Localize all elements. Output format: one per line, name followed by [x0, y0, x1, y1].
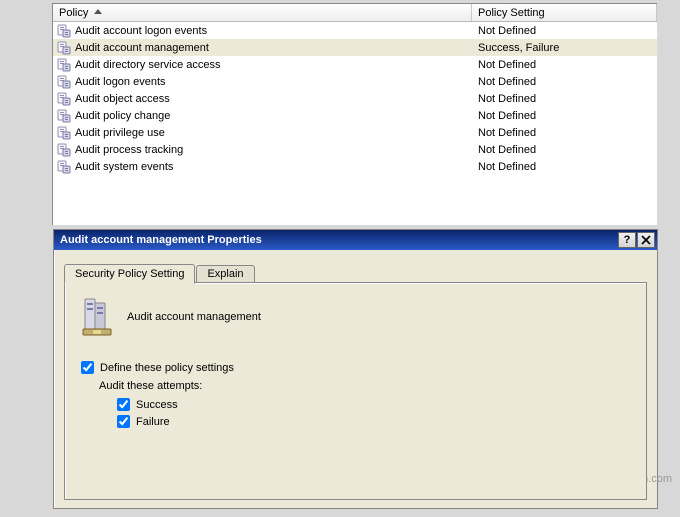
policy-list-body: Audit account logon eventsNot DefinedAud…: [53, 22, 657, 175]
policy-row-name: Audit system events: [75, 161, 173, 173]
failure-checkbox-row[interactable]: Failure: [117, 415, 630, 428]
policy-row[interactable]: Audit account management Success, Failure: [53, 39, 657, 56]
policy-list-header: Policy Policy Setting: [53, 4, 657, 22]
policy-row[interactable]: Audit logon events Not Defined: [53, 73, 657, 90]
column-header-policy[interactable]: Policy: [53, 4, 472, 21]
policy-row-name: Audit process tracking: [75, 144, 183, 156]
policy-row-setting: Not Defined: [472, 59, 657, 71]
policy-name-label: Audit account management: [127, 311, 261, 323]
column-header-policy-label: Policy: [59, 7, 88, 19]
policy-row[interactable]: Audit directory service access Not Define…: [53, 56, 657, 73]
success-checkbox-row[interactable]: Success: [117, 398, 630, 411]
policy-row[interactable]: Audit privilege use Not Defined: [53, 124, 657, 141]
sort-ascending-icon: [94, 9, 102, 14]
policy-row[interactable]: Audit process tracking Not Defined: [53, 141, 657, 158]
policy-item-icon: [57, 41, 71, 55]
policy-list: Policy Policy Setting Audit account logo…: [52, 3, 657, 225]
policy-large-icon: [81, 297, 115, 337]
policy-row-name: Audit logon events: [75, 76, 166, 88]
policy-row[interactable]: Audit policy change Not Defined: [53, 107, 657, 124]
tab-security-policy-setting[interactable]: Security Policy Setting: [64, 264, 195, 284]
policy-item-icon: [57, 109, 71, 123]
policy-row-setting: Not Defined: [472, 25, 657, 37]
policy-row-name: Audit policy change: [75, 110, 170, 122]
policy-row-name: Audit account management: [75, 42, 209, 54]
policy-row-setting: Not Defined: [472, 144, 657, 156]
policy-item-icon: [57, 126, 71, 140]
define-policy-label: Define these policy settings: [100, 362, 234, 374]
policy-item-icon: [57, 75, 71, 89]
dialog-titlebar[interactable]: Audit account management Properties ?: [54, 230, 657, 250]
policy-item-icon: [57, 92, 71, 106]
policy-row-name: Audit object access: [75, 93, 170, 105]
properties-dialog: Audit account management Properties ? Se…: [53, 229, 658, 509]
policy-item-icon: [57, 160, 71, 174]
help-button[interactable]: ?: [618, 232, 636, 248]
policy-row-setting: Not Defined: [472, 110, 657, 122]
policy-row[interactable]: Audit system events Not Defined: [53, 158, 657, 175]
policy-row-setting: Not Defined: [472, 93, 657, 105]
policy-row-name: Audit directory service access: [75, 59, 221, 71]
tab-strip: Security Policy Setting Explain: [64, 260, 647, 282]
audit-attempts-label: Audit these attempts:: [99, 380, 630, 392]
column-header-setting-label: Policy Setting: [478, 7, 545, 19]
define-policy-checkbox[interactable]: [81, 361, 94, 374]
column-header-setting[interactable]: Policy Setting: [472, 4, 657, 21]
policy-row-setting: Not Defined: [472, 127, 657, 139]
policy-row-setting: Not Defined: [472, 161, 657, 173]
define-policy-checkbox-row[interactable]: Define these policy settings: [81, 361, 630, 374]
success-checkbox[interactable]: [117, 398, 130, 411]
close-button[interactable]: [637, 232, 655, 248]
failure-checkbox[interactable]: [117, 415, 130, 428]
policy-item-icon: [57, 24, 71, 38]
failure-label: Failure: [136, 416, 170, 428]
policy-row-name: Audit account logon events: [75, 25, 207, 37]
tab-explain[interactable]: Explain: [196, 265, 254, 283]
policy-row-setting: Success, Failure: [472, 42, 657, 54]
policy-row-setting: Not Defined: [472, 76, 657, 88]
policy-row[interactable]: Audit object access Not Defined: [53, 90, 657, 107]
policy-item-icon: [57, 58, 71, 72]
policy-item-icon: [57, 143, 71, 157]
policy-row[interactable]: Audit account logon events Not Defined: [53, 22, 657, 39]
tab-panel: Audit account management Define these po…: [64, 282, 647, 500]
close-icon: [641, 235, 651, 245]
success-label: Success: [136, 399, 178, 411]
policy-row-name: Audit privilege use: [75, 127, 165, 139]
dialog-title: Audit account management Properties: [60, 234, 617, 246]
